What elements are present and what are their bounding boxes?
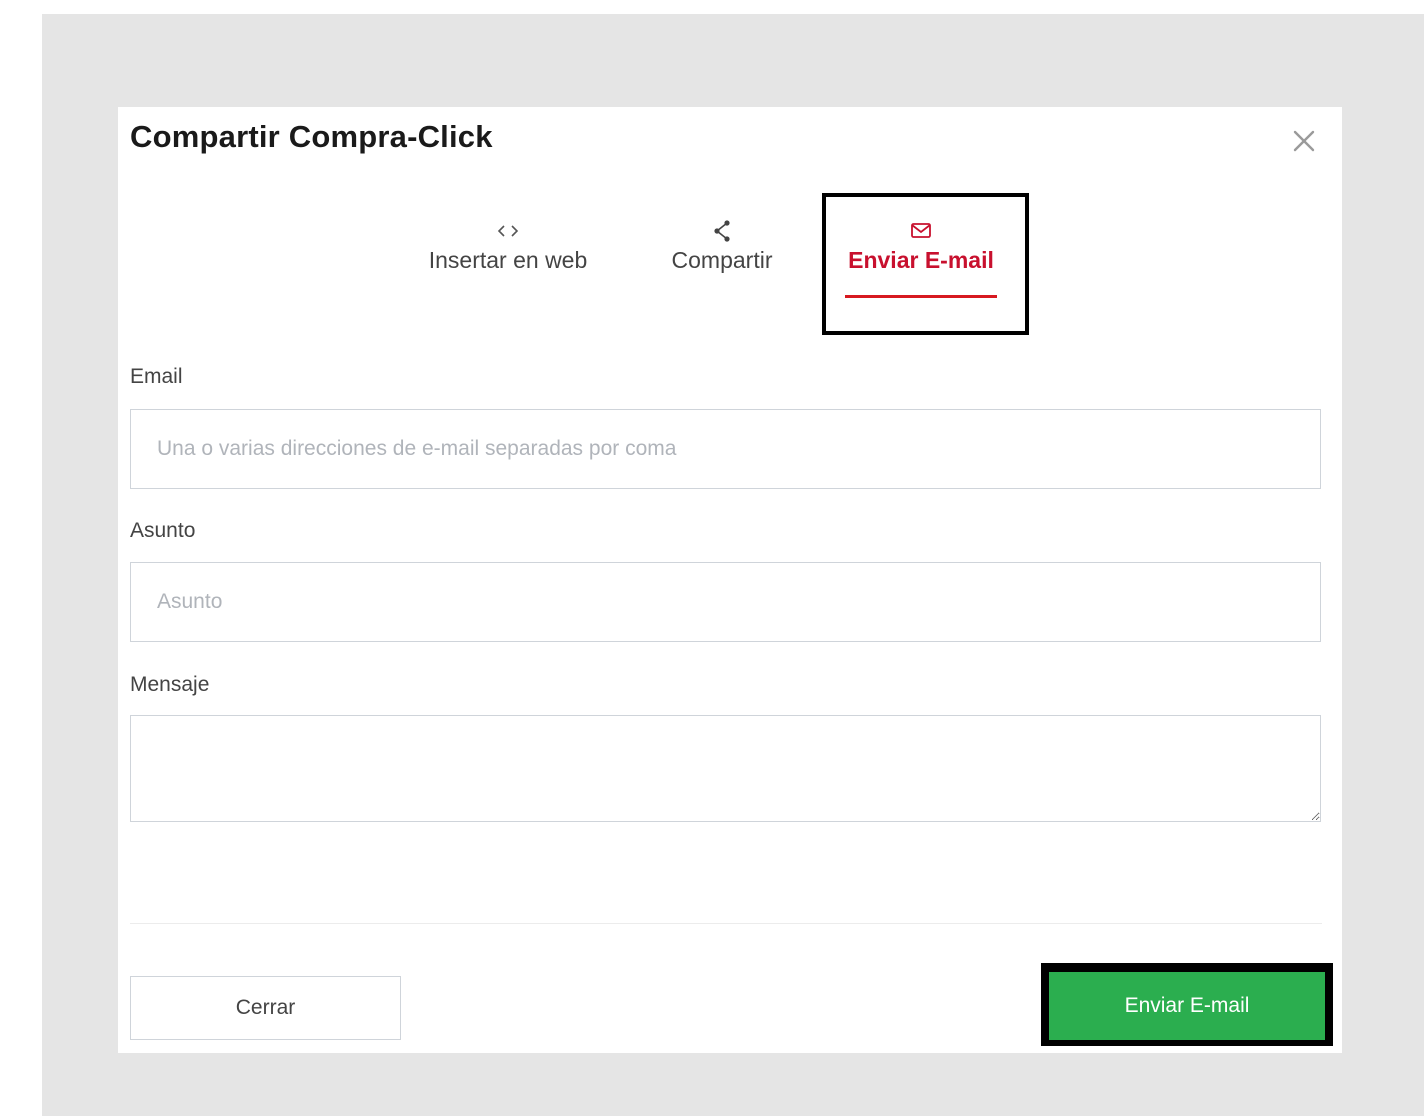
- tab-bar: Insertar en web Compartir Enviar E-mail: [118, 217, 1342, 307]
- highlight-box-send: Enviar E-mail: [1041, 963, 1333, 1046]
- tab-insertar-en-web[interactable]: Insertar en web: [408, 217, 608, 274]
- email-field[interactable]: [130, 409, 1321, 489]
- share-modal: Compartir Compra-Click Insertar en web C…: [118, 107, 1342, 1053]
- close-icon[interactable]: [1290, 127, 1318, 155]
- envelope-icon: [830, 217, 1012, 245]
- tab-label: Enviar E-mail: [848, 247, 994, 273]
- tab-compartir[interactable]: Compartir: [642, 217, 802, 274]
- subject-label: Asunto: [130, 519, 196, 542]
- cancel-button[interactable]: Cerrar: [130, 976, 401, 1040]
- message-label: Mensaje: [130, 673, 210, 696]
- share-icon: [642, 217, 802, 245]
- footer-divider: [130, 923, 1322, 924]
- email-label: Email: [130, 365, 183, 388]
- send-email-button[interactable]: Enviar E-mail: [1049, 972, 1325, 1040]
- tab-label: Insertar en web: [428, 247, 588, 273]
- tab-enviar-email[interactable]: Enviar E-mail: [830, 217, 1012, 274]
- active-tab-indicator: [845, 295, 997, 298]
- tab-label: Compartir: [671, 247, 773, 273]
- subject-field[interactable]: [130, 562, 1321, 642]
- code-icon: [408, 217, 608, 245]
- message-textarea[interactable]: [130, 715, 1321, 822]
- modal-title: Compartir Compra-Click: [130, 119, 493, 154]
